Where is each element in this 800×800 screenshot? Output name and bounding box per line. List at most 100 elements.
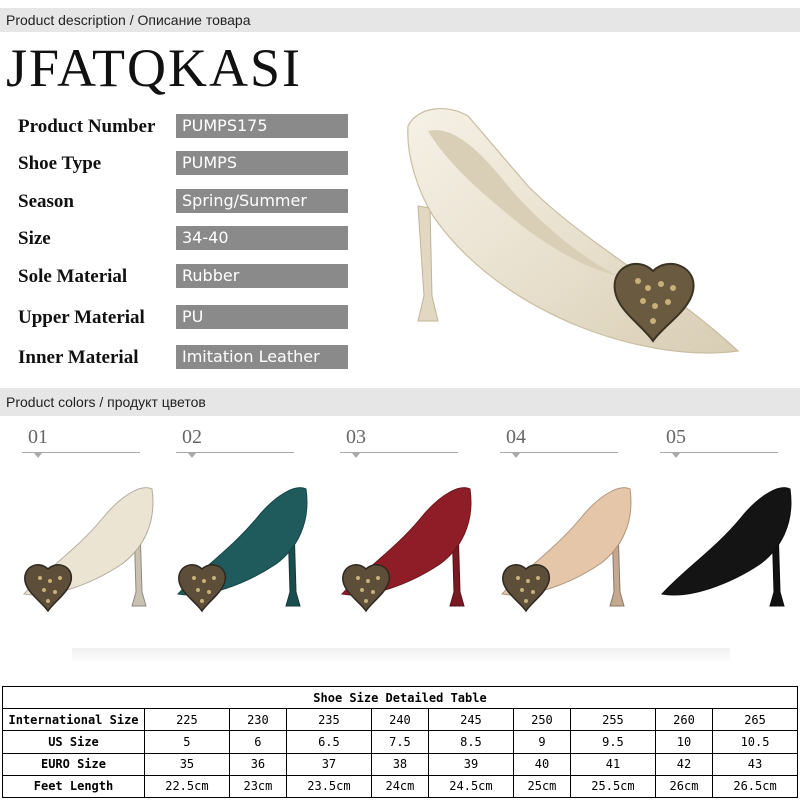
spec-label: Upper Material: [18, 307, 145, 328]
table-cell: 41: [570, 752, 656, 776]
table-cell: 240: [370, 708, 430, 732]
spec-row-size: Size 34-40: [18, 226, 348, 252]
color-option-01[interactable]: 01: [22, 424, 172, 614]
table-row: Feet Length 22.5cm 23cm 23.5cm 24cm 24.5…: [2, 774, 798, 799]
color-number: 03: [346, 426, 366, 448]
table-cell: 24cm: [370, 774, 430, 799]
table-cell: 40: [512, 752, 572, 776]
spec-value: Imitation Leather: [176, 345, 348, 369]
table-cell: 6: [228, 730, 288, 754]
spec-label: Season: [18, 191, 74, 212]
table-cell: 35: [144, 752, 230, 776]
table-cell: 260: [654, 708, 714, 732]
spec-value: PUMPS175: [176, 114, 348, 138]
color-option-02[interactable]: 02: [176, 424, 326, 614]
table-cell: 23.5cm: [286, 774, 372, 799]
caret-down-icon: [512, 453, 520, 458]
spec-row-sole-material: Sole Material Rubber: [18, 264, 348, 290]
spec-value: PUMPS: [176, 151, 348, 175]
shoe-thumbnail: [661, 487, 792, 607]
caret-down-icon: [352, 453, 360, 458]
product-description-header: Product description / Описание товара: [0, 8, 800, 32]
row-header: International Size: [2, 708, 145, 732]
table-cell: 37: [286, 752, 372, 776]
color-option-05[interactable]: 05: [660, 424, 800, 614]
table-cell: 25cm: [512, 774, 572, 799]
hero-shoe-image: [407, 108, 740, 354]
table-cell: 24.5cm: [428, 774, 514, 799]
product-colors-header: Product colors / продукт цветов: [0, 388, 800, 416]
table-cell: 26.5cm: [712, 774, 798, 799]
table-cell: 245: [428, 708, 514, 732]
spec-label: Shoe Type: [18, 153, 102, 174]
table-cell: 10.5: [712, 730, 798, 754]
caret-down-icon: [34, 453, 42, 458]
spec-label: Sole Material: [18, 266, 128, 287]
row-header: EURO Size: [2, 752, 145, 776]
table-cell: 38: [370, 752, 430, 776]
table-caption: Shoe Size Detailed Table: [2, 685, 798, 710]
table-cell: 42: [654, 752, 714, 776]
spec-label: Size: [18, 228, 51, 249]
table-cell: 225: [144, 708, 230, 732]
spec-value: PU: [176, 305, 348, 329]
rhinestone-buckle-icon: [342, 564, 390, 613]
table-cell: 250: [512, 708, 572, 732]
color-option-04[interactable]: 04: [500, 424, 650, 614]
row-header: Feet Length: [2, 774, 145, 799]
rhinestone-buckle-icon: [24, 564, 72, 613]
color-option-03[interactable]: 03: [340, 424, 490, 614]
spec-value: Rubber: [176, 264, 348, 288]
table-cell: 43: [712, 752, 798, 776]
table-cell: 23cm: [228, 774, 288, 799]
product-description-title: Product description / Описание товара: [6, 12, 251, 28]
spec-row-inner-material: Inner Material Imitation Leather: [18, 345, 348, 371]
table-row: International Size 225 230 235 240 245 2…: [2, 708, 798, 732]
table-row: EURO Size 35 36 37 38 39 40 41 42 43: [2, 752, 798, 776]
table-cell: 10: [654, 730, 714, 754]
table-cell: 7.5: [370, 730, 430, 754]
table-cell: 25.5cm: [570, 774, 656, 799]
shoe-size-table: Shoe Size Detailed Table International S…: [2, 685, 798, 799]
caret-down-icon: [188, 453, 196, 458]
shoe-thumbnail: [177, 487, 308, 613]
table-caption-row: Shoe Size Detailed Table: [2, 685, 798, 710]
table-cell: 235: [286, 708, 372, 732]
table-cell: 39: [428, 752, 514, 776]
table-cell: 9.5: [570, 730, 656, 754]
table-cell: 22.5cm: [144, 774, 230, 799]
shoe-thumbnail: [341, 487, 472, 613]
color-number: 05: [666, 426, 686, 448]
spec-row-season: Season Spring/Summer: [18, 189, 348, 215]
brand-logo-text: JFATQKASI: [6, 38, 303, 98]
table-cell: 26cm: [654, 774, 714, 799]
product-colors-title: Product colors / продукт цветов: [6, 394, 206, 410]
table-cell: 265: [712, 708, 798, 732]
table-cell: 9: [512, 730, 572, 754]
shoe-body: [661, 487, 792, 596]
rhinestone-buckle-icon: [178, 564, 226, 613]
spec-row-upper-material: Upper Material PU: [18, 305, 348, 331]
shoe-thumbnail: [23, 487, 154, 613]
spec-value: 34-40: [176, 226, 348, 250]
table-cell: 36: [228, 752, 288, 776]
color-number: 04: [506, 426, 526, 448]
spec-value: Spring/Summer: [176, 189, 348, 213]
table-cell: 230: [228, 708, 288, 732]
color-number: 02: [182, 426, 202, 448]
spec-row-product-number: Product Number PUMPS175: [18, 114, 348, 140]
shadow-divider: [72, 648, 730, 664]
table-cell: 5: [144, 730, 230, 754]
row-header: US Size: [2, 730, 145, 754]
table-row: US Size 5 6 6.5 7.5 8.5 9 9.5 10 10.5: [2, 730, 798, 754]
rhinestone-buckle-icon: [502, 564, 550, 613]
color-number: 01: [28, 426, 48, 448]
spec-row-shoe-type: Shoe Type PUMPS: [18, 151, 348, 177]
spec-label: Product Number: [18, 116, 156, 137]
table-cell: 255: [570, 708, 656, 732]
spec-label: Inner Material: [18, 347, 139, 368]
table-cell: 6.5: [286, 730, 372, 754]
shoe-thumbnail: [501, 487, 632, 613]
table-cell: 8.5: [428, 730, 514, 754]
caret-down-icon: [672, 453, 680, 458]
